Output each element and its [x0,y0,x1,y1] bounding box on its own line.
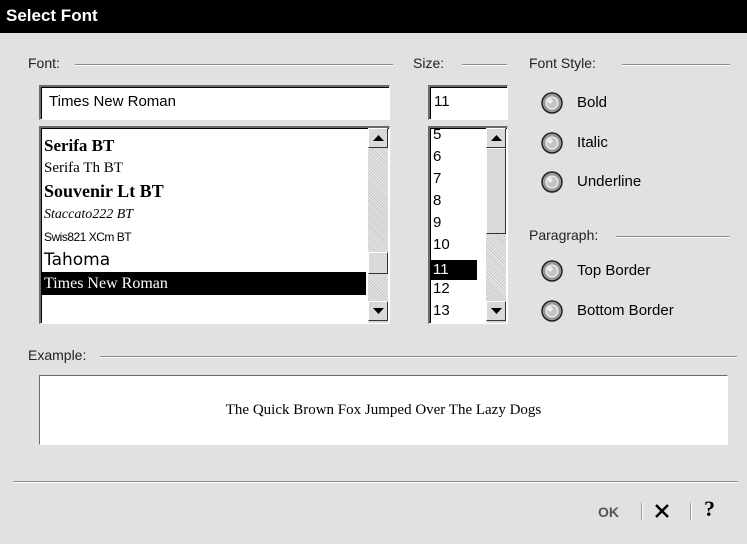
close-icon [655,504,669,518]
arrow-up-icon [373,135,384,141]
footer-separator [641,503,642,520]
font-name-input[interactable]: Times New Roman [39,85,390,120]
help-button[interactable]: ? [704,496,715,522]
size-item[interactable]: 5 [430,128,477,142]
help-icon: ? [704,496,715,521]
size-item[interactable]: 8 [430,193,477,208]
font-item-serifa-th-bt[interactable]: Serifa Th BT [41,157,366,180]
font-listbox[interactable]: Serifa BT Serifa Th BT Souvenir Lt BT St… [39,126,390,324]
size-scroll-up-button[interactable] [486,128,506,148]
font-scroll-thumb[interactable] [368,252,388,274]
size-list-scrollbar[interactable] [486,128,506,323]
paragraph-label: Paragraph: [529,227,605,243]
arrow-up-icon [491,135,502,141]
example-label: Example: [28,347,93,363]
radio-button-icon[interactable] [541,260,563,282]
font-item-swis821-xcm-bt[interactable]: Swis821 XCm BT [41,226,366,249]
footer-separator [690,503,691,520]
size-item[interactable]: 13 [430,303,477,318]
title-bar[interactable]: Select Font [0,0,747,33]
example-rule [100,356,737,358]
font-item-staccato222-bt[interactable]: Staccato222 BT [41,203,366,226]
paragraph-rule [616,236,730,238]
window-title: Select Font [6,6,98,25]
size-item[interactable]: 10 [430,237,477,252]
size-listbox[interactable]: 5 6 7 8 9 10 11 12 13 [428,126,508,324]
size-item-selected[interactable]: 11 [430,260,477,280]
font-scroll-up-button[interactable] [368,128,388,148]
bottom-border-label: Bottom Border [577,302,674,319]
bold-label: Bold [577,94,608,111]
arrow-down-icon [491,308,502,314]
font-label: Font: [28,55,66,71]
size-item[interactable]: 6 [430,149,477,164]
font-item-tahoma[interactable]: Tahoma [41,249,366,272]
radio-button-icon[interactable] [541,171,563,193]
font-name-value: Times New Roman [49,93,176,110]
size-item[interactable]: 7 [430,171,477,186]
size-scroll-thumb[interactable] [486,148,506,234]
radio-button-icon[interactable] [541,300,563,322]
size-section-rule [462,64,507,66]
size-item[interactable]: 12 [430,281,477,296]
font-style-rule [622,64,730,66]
italic-label: Italic [577,134,608,151]
example-preview: The Quick Brown Fox Jumped Over The Lazy… [39,375,728,445]
font-section-rule [75,64,393,66]
arrow-down-icon [373,308,384,314]
size-input[interactable]: 11 [428,85,508,120]
footer-divider [13,481,738,483]
font-list-scrollbar[interactable] [368,128,388,323]
font-item-times-new-roman[interactable]: Times New Roman [41,272,366,295]
ok-button[interactable]: OK [598,504,619,520]
top-border-label: Top Border [577,262,651,279]
font-scroll-down-button[interactable] [368,301,388,321]
font-item-serifa-bt[interactable]: Serifa BT [41,134,366,157]
radio-button-icon[interactable] [541,92,563,114]
radio-button-icon[interactable] [541,132,563,154]
example-sample-text: The Quick Brown Fox Jumped Over The Lazy… [225,402,542,418]
underline-label: Underline [577,173,642,190]
size-label: Size: [413,55,451,71]
size-value: 11 [434,93,450,110]
font-item-souvenir-lt-bt[interactable]: Souvenir Lt BT [41,180,366,203]
size-scroll-down-button[interactable] [486,301,506,321]
cancel-button[interactable] [654,501,670,524]
font-style-label: Font Style: [529,55,602,71]
size-item[interactable]: 9 [430,215,477,230]
